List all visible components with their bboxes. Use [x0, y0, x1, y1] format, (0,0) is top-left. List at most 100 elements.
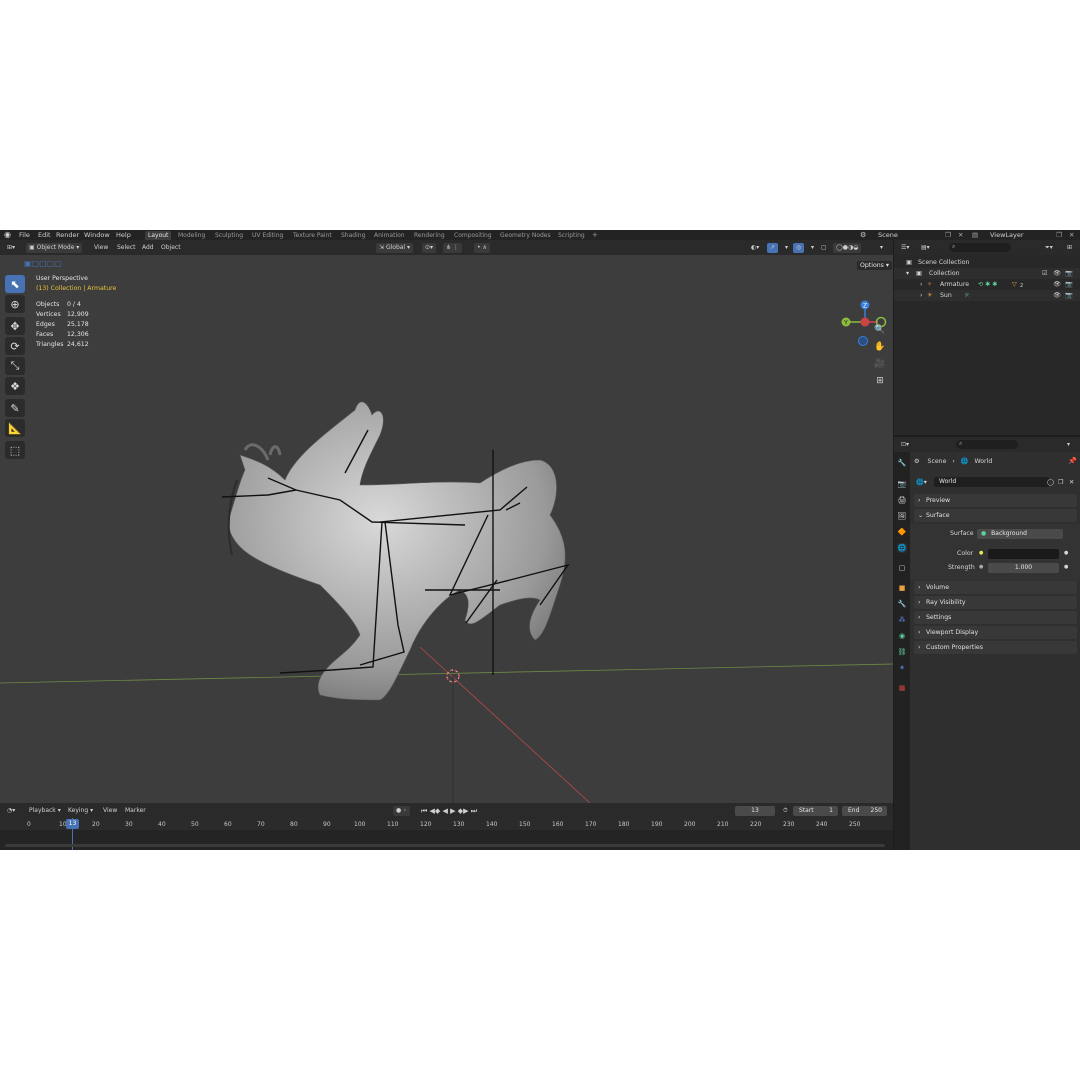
armature-row[interactable]: › ✧ Armature ⟲ ✱ ✱ ▽ 2 👁 📷 — [894, 279, 1080, 290]
scale-tool-icon[interactable]: ⤡ — [5, 357, 25, 375]
menu-window[interactable]: Window — [84, 230, 110, 240]
render-camera-icon[interactable]: 📷 — [1065, 290, 1073, 301]
overlay-dropdown-icon[interactable]: ▾ — [808, 243, 817, 253]
properties-options-icon[interactable]: ▾ — [1064, 440, 1073, 450]
snap-toggle[interactable]: ⋔ ⋮ — [443, 243, 462, 253]
world-name-field[interactable]: World — [934, 477, 1049, 487]
outliner-search-input[interactable]: ⌕ — [949, 243, 1011, 252]
rotate-tool-icon[interactable]: ⟳ — [5, 337, 25, 355]
eye-icon[interactable]: 👁 — [1053, 279, 1061, 290]
panel-volume[interactable]: › Volume — [914, 581, 1077, 594]
panel-custom-properties[interactable]: › Custom Properties — [914, 641, 1077, 654]
menu-render[interactable]: Render — [56, 230, 79, 240]
properties-editor-icon[interactable]: ⊡▾ — [898, 440, 912, 450]
playback-dropdown[interactable]: Playback ▾ — [26, 806, 64, 816]
panel-surface[interactable]: ⌄ Surface — [914, 509, 1077, 522]
tab-scripting[interactable]: Scripting — [555, 231, 588, 240]
visibility-icon[interactable]: ◐▾ — [748, 243, 762, 253]
select-tool-icon[interactable]: ⬉ — [5, 275, 25, 293]
surface-shader-field[interactable]: ● Background — [977, 529, 1063, 539]
filter-icon[interactable]: ⏷▾ — [1042, 243, 1056, 253]
display-mode-icon[interactable]: ▤▾ — [918, 243, 933, 253]
end-frame-field[interactable]: End 250 — [842, 806, 887, 816]
keying-dropdown[interactable]: Keying ▾ — [65, 806, 96, 816]
timeline-scrollbar[interactable] — [5, 844, 885, 847]
record-button[interactable]: ● ◦ — [393, 806, 410, 816]
keyframe-dot-icon[interactable]: ● — [1064, 564, 1068, 570]
zoom-icon[interactable]: 🔍 — [873, 323, 887, 337]
panel-settings[interactable]: › Settings — [914, 611, 1077, 624]
delete-view-layer-icon[interactable]: ✕ — [1069, 230, 1074, 240]
physics-tab-icon[interactable]: ◉ — [897, 631, 907, 641]
fake-user-icon[interactable]: ◯ — [1047, 477, 1054, 488]
add-cube-tool-icon[interactable]: ⬚ — [5, 441, 25, 459]
panel-ray-visibility[interactable]: › Ray Visibility — [914, 596, 1077, 609]
scene-name[interactable]: Scene — [878, 230, 898, 240]
scene-tab-icon[interactable]: 🔶 — [897, 527, 907, 537]
playback-controls[interactable]: ⏮ ◀◆ ◀ ▶ ◆▶ ⏭ — [418, 806, 480, 816]
playhead-frame-badge[interactable]: 13 — [66, 819, 79, 829]
sun-row[interactable]: › ☀ Sun ☼ 👁 📷 — [894, 290, 1080, 301]
proportional-edit-toggle[interactable]: • ∧ — [474, 243, 490, 253]
tab-uv-editing[interactable]: UV Editing — [249, 231, 286, 240]
strength-field[interactable]: 1.000 — [988, 563, 1059, 573]
overlay-toggle[interactable]: ◎ — [793, 243, 805, 253]
preview-range-icon[interactable]: ⏱ — [780, 806, 791, 816]
tab-rendering[interactable]: Rendering — [411, 231, 448, 240]
tab-modeling[interactable]: Modeling — [175, 231, 208, 240]
tab-shading[interactable]: Shading — [338, 231, 368, 240]
unlink-icon[interactable]: ✕ — [1069, 477, 1074, 488]
checkbox-icon[interactable]: ☑ — [1042, 268, 1048, 279]
tab-compositing[interactable]: Compositing — [451, 231, 495, 240]
new-collection-icon[interactable]: ⊞ — [1064, 243, 1075, 253]
pin-icon[interactable]: 📌 — [1068, 457, 1077, 465]
new-scene-icon[interactable]: ❐ — [945, 230, 951, 240]
constraints-tab-icon[interactable]: ⛓ — [897, 647, 907, 657]
scene-icon[interactable]: ⚙ — [860, 230, 866, 240]
view-layer-icon[interactable]: ▤ — [972, 230, 978, 240]
start-frame-field[interactable]: Start 1 — [793, 806, 838, 816]
collection-row[interactable]: ▾ ▣ Collection ☑ 👁 📷 — [894, 268, 1080, 279]
current-frame-field[interactable]: 13 — [735, 806, 775, 816]
xray-toggle[interactable]: ▢ — [818, 243, 830, 253]
transform-tool-icon[interactable]: ❖ — [5, 377, 25, 395]
menu-timeline-view[interactable]: View — [100, 806, 120, 816]
menu-help[interactable]: Help — [116, 230, 131, 240]
move-tool-icon[interactable]: ✥ — [5, 317, 25, 335]
texture-tab-icon[interactable]: ▦ — [897, 683, 907, 693]
tab-sculpting[interactable]: Sculpting — [212, 231, 246, 240]
menu-add[interactable]: Add — [139, 243, 157, 253]
color-swatch[interactable] — [988, 549, 1059, 559]
menu-object[interactable]: Object — [158, 243, 184, 253]
gizmo-toggle[interactable]: ↗ — [767, 243, 779, 253]
add-workspace-button[interactable]: + — [589, 231, 601, 240]
particles-tab-icon[interactable]: ⁂ — [897, 615, 907, 625]
tool-tab-icon[interactable]: 🔧 — [897, 458, 907, 468]
gizmo-dropdown-icon[interactable]: ▾ — [782, 243, 791, 253]
tab-animation[interactable]: Animation — [371, 231, 408, 240]
view-layer-tab-icon[interactable]: 🖼 — [897, 511, 907, 521]
world-browse-icon[interactable]: 🌐▾ — [916, 477, 927, 488]
panel-preview[interactable]: › Preview — [914, 494, 1077, 507]
modifier-tab-icon[interactable]: 🔧 — [897, 599, 907, 609]
object-data-tab-icon[interactable]: ✶ — [897, 663, 907, 673]
eye-icon[interactable]: 👁 — [1053, 268, 1061, 279]
mode-dropdown[interactable]: ▣ Object Mode ▾ — [26, 243, 83, 253]
tab-layout[interactable]: Layout — [145, 231, 172, 240]
properties-search-input[interactable]: ⌕ — [956, 440, 1018, 449]
delete-scene-icon[interactable]: ✕ — [958, 230, 963, 240]
timeline-ruler[interactable]: 0 10 20 30 40 50 60 70 80 90 100 110 120… — [0, 818, 893, 830]
menu-marker[interactable]: Marker — [122, 806, 149, 816]
object-tab-icon[interactable]: ■ — [897, 583, 907, 593]
eye-icon[interactable]: 👁 — [1053, 290, 1061, 301]
annotate-tool-icon[interactable]: ✎ — [5, 399, 25, 417]
outliner-editor-icon[interactable]: ☰▾ — [898, 243, 912, 253]
grid-perspective-icon[interactable]: ⊞ — [873, 374, 887, 388]
menu-file[interactable]: File — [19, 230, 30, 240]
menu-select[interactable]: Select — [114, 243, 139, 253]
blender-logo-icon[interactable]: ◉ — [4, 230, 11, 240]
render-tab-icon[interactable]: 📷 — [897, 479, 907, 489]
menu-view[interactable]: View — [91, 243, 111, 253]
shading-modes[interactable]: ◯●◑◒ — [833, 243, 862, 253]
tab-geometry-nodes[interactable]: Geometry Nodes — [497, 231, 554, 240]
